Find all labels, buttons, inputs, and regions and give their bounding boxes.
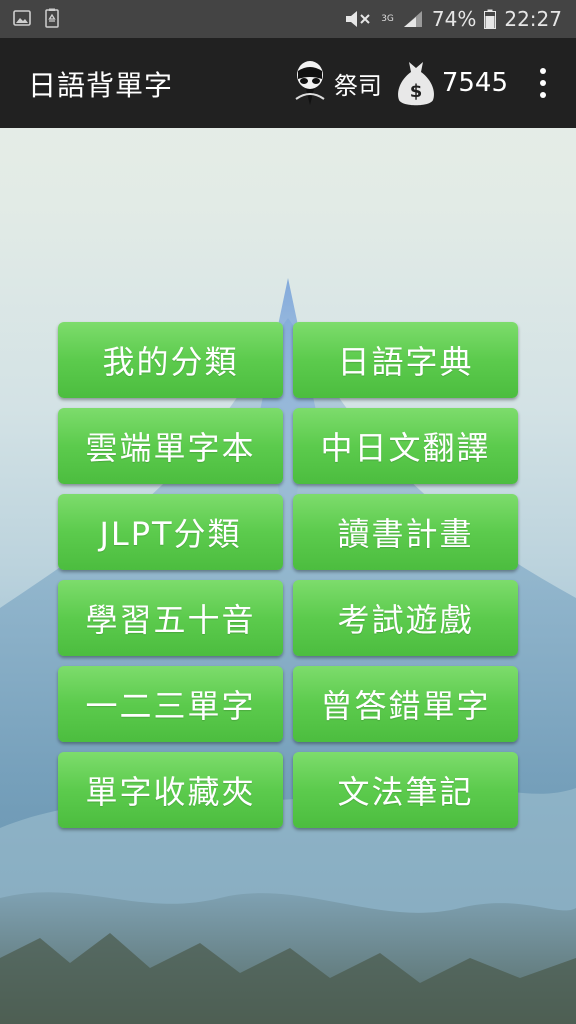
- status-right-group: 3G 74% 22:27: [343, 4, 562, 34]
- translation-button[interactable]: 中日文翻譯: [293, 408, 518, 484]
- image-icon: [13, 10, 31, 26]
- grammar-notes-button[interactable]: 文法筆記: [293, 752, 518, 828]
- more-dot: [540, 92, 546, 98]
- number-words-button[interactable]: 一二三單字: [58, 666, 283, 742]
- svg-text:$: $: [410, 81, 423, 102]
- wrong-answers-button[interactable]: 曾答錯單字: [293, 666, 518, 742]
- avatar-icon[interactable]: [292, 59, 328, 107]
- app-bar-actions: 祭司 $ 7545: [292, 56, 550, 110]
- learn-kana-button[interactable]: 學習五十音: [58, 580, 283, 656]
- japanese-dictionary-button[interactable]: 日語字典: [293, 322, 518, 398]
- network-type-label: 3G: [381, 13, 394, 24]
- coin-count: 7545: [441, 68, 508, 98]
- quiz-game-button[interactable]: 考試遊戲: [293, 580, 518, 656]
- status-left-icons: [12, 8, 62, 28]
- user-name[interactable]: 祭司: [334, 66, 382, 101]
- menu-grid: 我的分類 日語字典 雲端單字本 中日文翻譯 JLPT分類 讀書計畫 學習五十音 …: [58, 322, 518, 828]
- my-categories-button[interactable]: 我的分類: [58, 322, 283, 398]
- money-bag-icon: $: [397, 62, 434, 106]
- battery-icon: [484, 9, 497, 29]
- more-vert-icon[interactable]: [536, 68, 550, 98]
- screen: 3G 74% 22:27 日語背單字 祭司 $ 7545 我的分類 日語字典 雲…: [0, 0, 576, 1024]
- status-bar: 3G 74% 22:27: [0, 0, 576, 38]
- recycle-icon: [45, 8, 59, 28]
- signal-icon: [403, 11, 422, 27]
- favorites-button[interactable]: 單字收藏夾: [58, 752, 283, 828]
- app-bar: 日語背單字 祭司 $ 7545: [0, 38, 576, 128]
- mute-icon: [346, 11, 370, 27]
- jlpt-categories-button[interactable]: JLPT分類: [58, 494, 283, 570]
- study-plan-button[interactable]: 讀書計畫: [293, 494, 518, 570]
- app-title: 日語背單字: [28, 69, 174, 102]
- more-dot: [540, 80, 546, 86]
- status-time: 22:27: [504, 7, 562, 31]
- more-dot: [540, 68, 546, 74]
- cloud-wordbook-button[interactable]: 雲端單字本: [58, 408, 283, 484]
- battery-percent: 74%: [431, 7, 477, 31]
